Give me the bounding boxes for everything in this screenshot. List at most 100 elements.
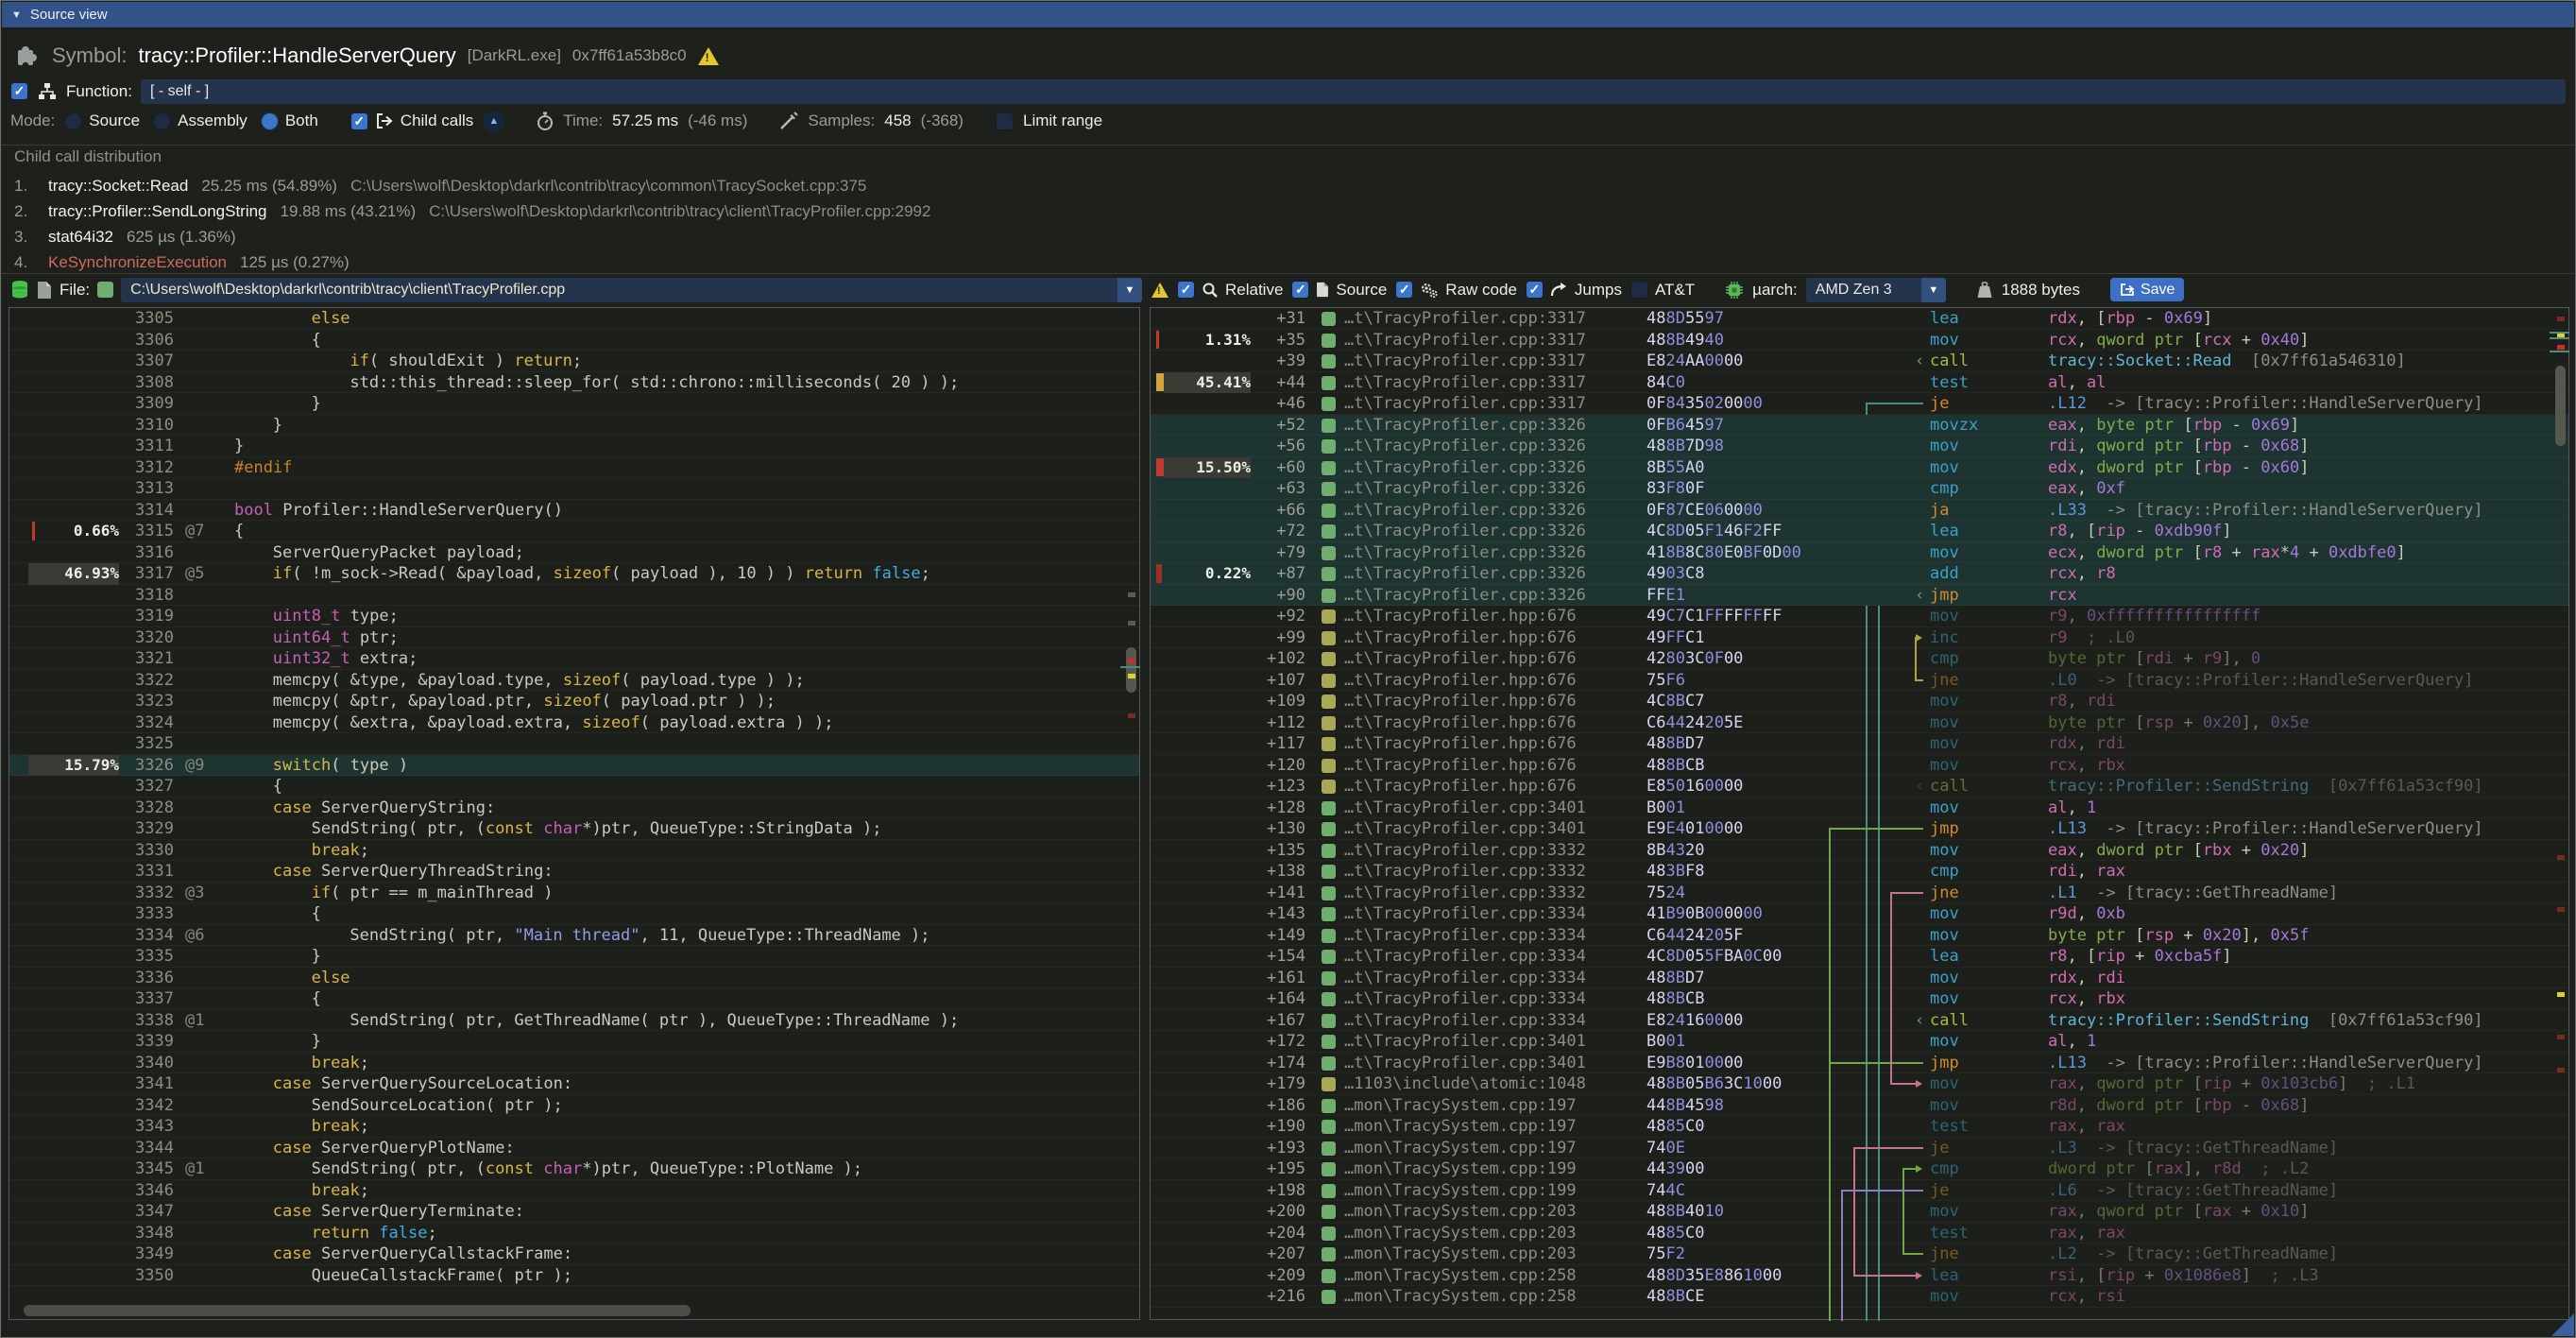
asm-offset[interactable]: +204 — [1249, 1223, 1305, 1244]
asm-row[interactable]: +179…1103\include\atomic:1048488B05B63C1… — [1151, 1073, 2568, 1095]
asm-offset[interactable]: +174 — [1249, 1053, 1305, 1074]
asm-mnemonic[interactable]: mov — [1930, 1095, 1959, 1117]
asm-source-location[interactable]: …t\TracyProfiler.cpp:3326 — [1344, 478, 1586, 500]
asm-offset[interactable]: +190 — [1249, 1116, 1305, 1138]
asm-mnemonic[interactable]: cmp — [1930, 648, 1959, 670]
asm-offset[interactable]: +216 — [1249, 1286, 1305, 1308]
line-number[interactable]: 3331 — [100, 861, 174, 883]
asm-offset[interactable]: +102 — [1249, 648, 1305, 670]
line-number[interactable]: 3350 — [100, 1265, 174, 1287]
asm-mnemonic[interactable]: mov — [1930, 903, 1959, 925]
line-number[interactable]: 3306 — [100, 330, 174, 352]
asm-mnemonic[interactable]: je — [1930, 1138, 1949, 1159]
asm-offset[interactable]: +109 — [1249, 691, 1305, 712]
asm-source-location[interactable]: …mon\TracySystem.cpp:197 — [1344, 1095, 1577, 1117]
source-row[interactable]: 3348return false; — [9, 1223, 1139, 1244]
asm-source-location[interactable]: …t\TracyProfiler.cpp:3332 — [1344, 883, 1586, 904]
asm-offset[interactable]: +141 — [1249, 883, 1305, 904]
asm-offset[interactable]: +143 — [1249, 903, 1305, 925]
source-row[interactable]: 3344case ServerQueryPlotName: — [9, 1138, 1139, 1159]
source-toggle[interactable]: Source — [1291, 281, 1387, 300]
asm-row[interactable]: +117…t\TracyProfiler.hpp:676488BD7movrdx… — [1151, 733, 2568, 755]
asm-row[interactable]: +143…t\TracyProfiler.cpp:333441B90B00000… — [1151, 903, 2568, 925]
source-row[interactable]: 3327{ — [9, 776, 1139, 798]
asm-source-location[interactable]: …t\TracyProfiler.cpp:3317 — [1344, 308, 1586, 330]
line-number[interactable]: 3333 — [100, 903, 174, 925]
asm-mnemonic[interactable]: jne — [1930, 883, 1959, 904]
source-row[interactable]: 3323memcpy( &ptr, &payload.ptr, sizeof( … — [9, 691, 1139, 712]
asm-mnemonic[interactable]: call‹ — [1930, 776, 1969, 798]
asm-mnemonic[interactable]: mov — [1930, 330, 1959, 352]
asm-source-location[interactable]: …mon\TracySystem.cpp:199 — [1344, 1158, 1577, 1180]
function-checkbox[interactable] — [10, 82, 28, 100]
asm-offset[interactable]: +161 — [1249, 968, 1305, 989]
asm-mnemonic[interactable]: call‹ — [1930, 351, 1969, 372]
asm-source-location[interactable]: …mon\TracySystem.cpp:203 — [1344, 1223, 1577, 1244]
asm-offset[interactable]: +172 — [1249, 1031, 1305, 1053]
line-number[interactable]: 3305 — [100, 308, 174, 330]
asm-offset[interactable]: +198 — [1249, 1180, 1305, 1202]
source-row[interactable]: 3347case ServerQueryTerminate: — [9, 1201, 1139, 1223]
asm-row[interactable]: +186…mon\TracySystem.cpp:197448B4598movr… — [1151, 1095, 2568, 1117]
asm-mnemonic[interactable]: cmp — [1930, 1158, 1959, 1180]
source-row[interactable]: 3335} — [9, 946, 1139, 968]
source-row[interactable]: 3324memcpy( &extra, &payload.extra, size… — [9, 712, 1139, 734]
scrollbar-thumb[interactable] — [2555, 366, 2566, 446]
asm-row[interactable]: +154…t\TracyProfiler.cpp:33344C8D055FBA0… — [1151, 946, 2568, 968]
asm-row[interactable]: +63…t\TracyProfiler.cpp:332683F80Fcmpeax… — [1151, 478, 2568, 500]
asm-row[interactable]: +102…t\TracyProfiler.hpp:67642803C0F00cm… — [1151, 648, 2568, 670]
asm-mnemonic[interactable]: cmp — [1930, 861, 1959, 883]
asm-mnemonic[interactable]: mov — [1930, 1031, 1959, 1053]
asm-row[interactable]: +209…mon\TracySystem.cpp:258488D35E88610… — [1151, 1265, 2568, 1287]
window-titlebar[interactable]: ▼ Source view — [2, 2, 2574, 27]
line-number[interactable]: 3315 — [100, 521, 174, 542]
asm-mnemonic[interactable]: mov — [1930, 1073, 1959, 1095]
line-number[interactable]: 3314 — [100, 500, 174, 522]
asm-mnemonic[interactable]: jne — [1930, 670, 1959, 692]
source-row[interactable]: 3313 — [9, 478, 1139, 500]
function-select[interactable]: [ - self - ] — [141, 79, 2566, 104]
source-row[interactable]: 3322memcpy( &type, &payload.type, sizeof… — [9, 670, 1139, 692]
asm-source-location[interactable]: …t\TracyProfiler.hpp:676 — [1344, 755, 1577, 777]
asm-row[interactable]: +204…mon\TracySystem.cpp:2034885C0testra… — [1151, 1223, 2568, 1244]
asm-mnemonic[interactable]: jmp — [1930, 818, 1959, 840]
source-row[interactable]: 3316ServerQueryPacket payload; — [9, 542, 1139, 564]
asm-offset[interactable]: +112 — [1249, 712, 1305, 734]
line-number[interactable]: 3339 — [100, 1031, 174, 1053]
source-row[interactable]: 3309} — [9, 393, 1139, 415]
asm-source-location[interactable]: …mon\TracySystem.cpp:258 — [1344, 1286, 1577, 1308]
asm-offset[interactable]: +99 — [1249, 627, 1305, 649]
asm-mnemonic[interactable]: test — [1930, 1223, 1969, 1244]
asm-mnemonic[interactable]: ja — [1930, 500, 1949, 522]
line-number[interactable]: 3342 — [100, 1095, 174, 1117]
line-number[interactable]: 3336 — [100, 968, 174, 989]
asm-mnemonic[interactable]: inc — [1930, 627, 1959, 649]
asm-row[interactable]: 0.22%+87…t\TracyProfiler.cpp:33264903C8a… — [1151, 563, 2568, 585]
asm-source-location[interactable]: …t\TracyProfiler.cpp:3334 — [1344, 968, 1586, 989]
asm-source-location[interactable]: …t\TracyProfiler.cpp:3326 — [1344, 521, 1586, 542]
asm-row[interactable]: +195…mon\TracySystem.cpp:199443900cmpdwo… — [1151, 1158, 2568, 1180]
line-number[interactable]: 3338 — [100, 1010, 174, 1032]
asm-offset[interactable]: +56 — [1249, 436, 1305, 457]
line-number[interactable]: 3329 — [100, 818, 174, 840]
source-row[interactable]: 3336else — [9, 968, 1139, 989]
asm-row[interactable]: +172…t\TracyProfiler.cpp:3401B001moval, … — [1151, 1031, 2568, 1053]
asm-offset[interactable]: +44 — [1249, 372, 1305, 394]
uarch-select[interactable]: AMD Zen 3 ▼ — [1806, 278, 1946, 302]
line-number[interactable]: 3347 — [100, 1201, 174, 1223]
limit-range-checkbox[interactable] — [996, 112, 1014, 130]
line-number[interactable]: 3348 — [100, 1223, 174, 1244]
source-row[interactable]: 3310} — [9, 415, 1139, 437]
line-number[interactable]: 3324 — [100, 712, 174, 734]
asm-source-location[interactable]: …t\TracyProfiler.cpp:3334 — [1344, 925, 1586, 947]
asm-offset[interactable]: +130 — [1249, 818, 1305, 840]
asm-offset[interactable]: +179 — [1249, 1073, 1305, 1095]
asm-source-location[interactable]: …t\TracyProfiler.hpp:676 — [1344, 776, 1577, 798]
asm-offset[interactable]: +63 — [1249, 478, 1305, 500]
asm-row[interactable]: +72…t\TracyProfiler.cpp:33264C8D05F146F2… — [1151, 521, 2568, 542]
asm-source-location[interactable]: …t\TracyProfiler.cpp:3334 — [1344, 903, 1586, 925]
asm-mnemonic[interactable]: lea — [1930, 946, 1959, 968]
asm-row[interactable]: 15.50%+60…t\TracyProfiler.cpp:33268B55A0… — [1151, 457, 2568, 479]
asm-row[interactable]: 45.41%+44…t\TracyProfiler.cpp:331784C0te… — [1151, 372, 2568, 394]
line-number[interactable]: 3317 — [100, 563, 174, 585]
